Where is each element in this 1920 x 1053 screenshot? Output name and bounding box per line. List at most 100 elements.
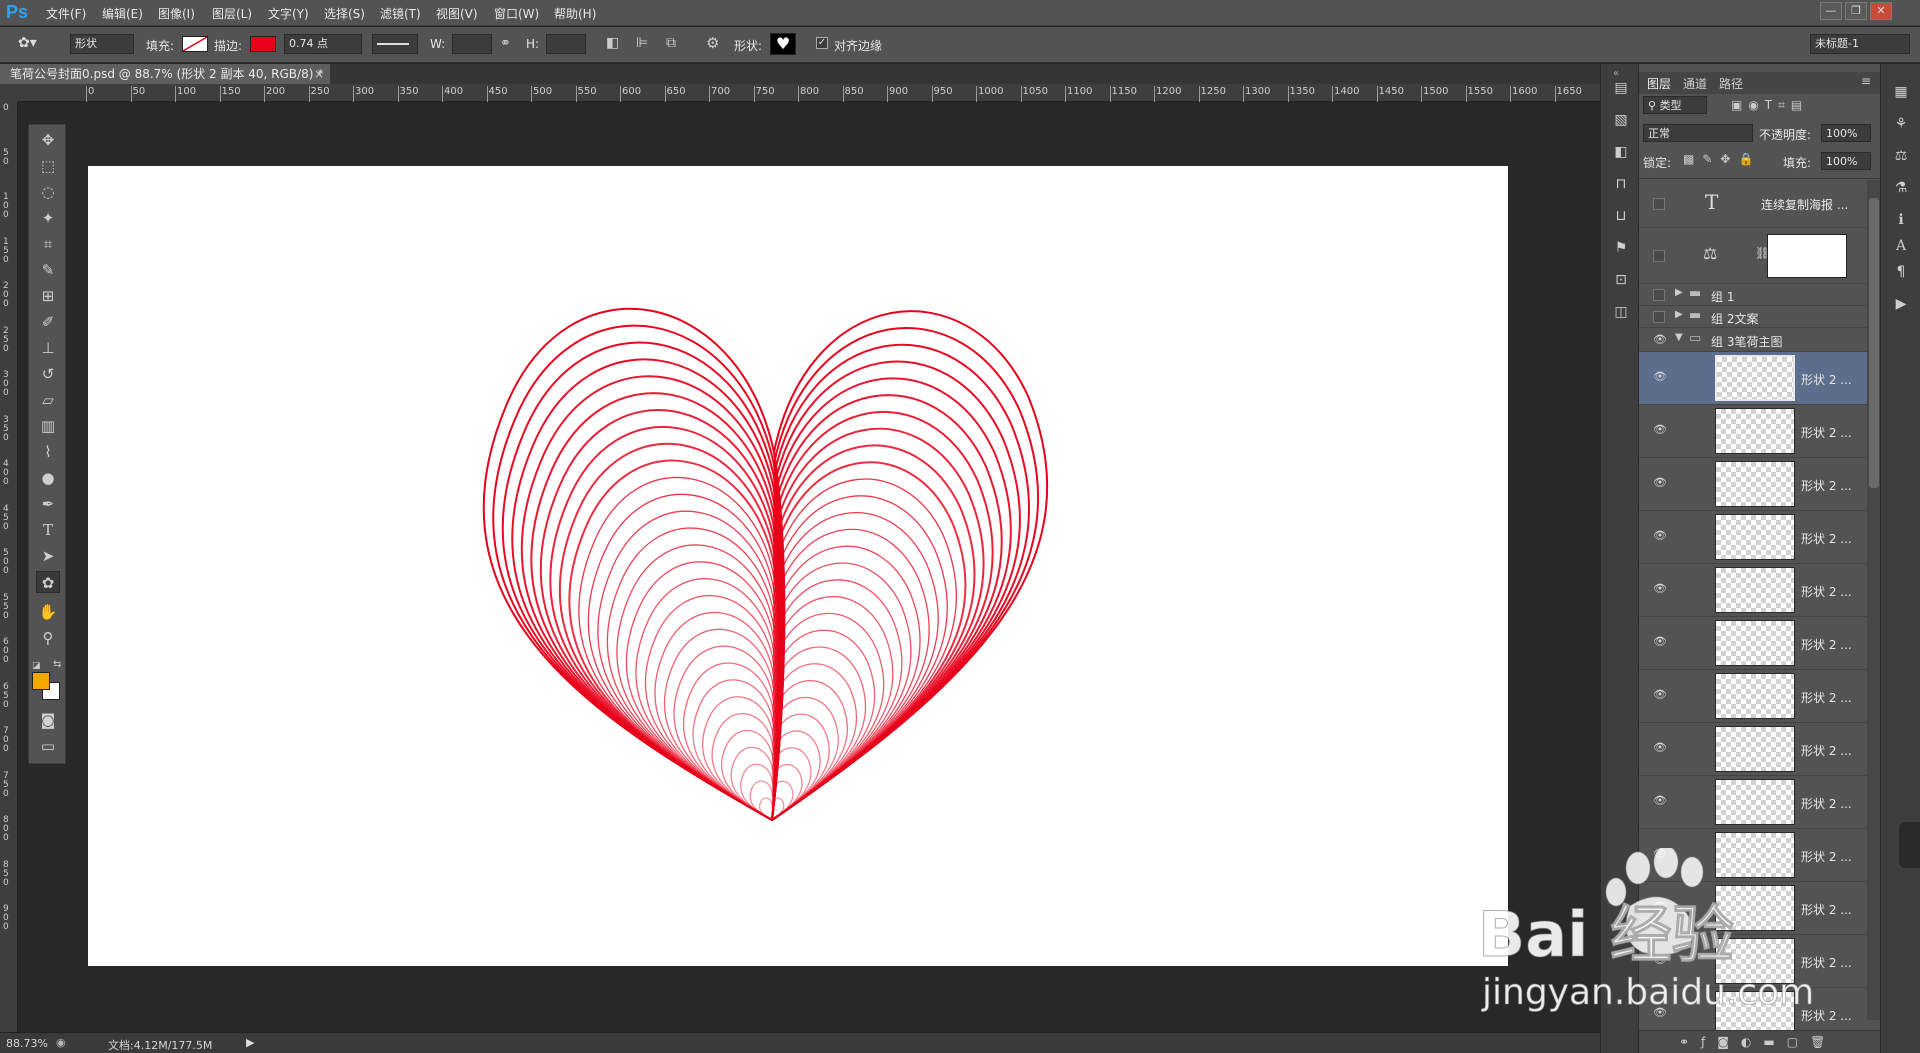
side-handle[interactable]: [1899, 822, 1920, 868]
menu-type[interactable]: 文字(Y): [268, 5, 309, 22]
eye-icon[interactable]: 👁: [1653, 529, 1667, 542]
height-input[interactable]: [546, 34, 586, 54]
eye-icon[interactable]: 👁: [1653, 688, 1667, 701]
paragraph-styles-icon[interactable]: ⊡: [1611, 272, 1631, 288]
tool-mode-select[interactable]: 形状: [70, 34, 134, 54]
layer-thumbnail[interactable]: [1715, 514, 1795, 560]
eraser-tool-icon[interactable]: ▱: [36, 389, 60, 411]
layer-row-shape[interactable]: 👁 形状 2 ...: [1639, 511, 1867, 564]
status-menu-arrow-icon[interactable]: ▶: [246, 1036, 254, 1049]
visibility-toggle[interactable]: [1653, 198, 1665, 210]
align-edges-checkbox[interactable]: ✓: [816, 37, 828, 49]
path-arrangement-icon[interactable]: ⧉: [666, 35, 676, 51]
close-button[interactable]: ✕: [1870, 2, 1892, 20]
clone-source-icon[interactable]: ⊔: [1611, 208, 1631, 224]
layer-filter-icons[interactable]: ▣◉T⌗▤: [1731, 98, 1808, 113]
paragraph-panel-icon[interactable]: ¶: [1891, 264, 1911, 280]
lasso-tool-icon[interactable]: ◌: [36, 181, 60, 203]
close-tab-icon[interactable]: ×: [314, 64, 324, 84]
fill-swatch[interactable]: [182, 36, 208, 52]
group-collapse-arrow-icon[interactable]: ▼: [1675, 332, 1683, 343]
actions-panel-icon[interactable]: ▧: [1611, 112, 1631, 128]
layer-thumbnail[interactable]: [1715, 673, 1795, 719]
layer-row-shape[interactable]: 👁 形状 2 ...: [1639, 564, 1867, 617]
panel-menu-icon[interactable]: ≡: [1861, 74, 1871, 88]
styles-panel-icon[interactable]: ⚗: [1891, 180, 1911, 196]
screen-mode-icon[interactable]: ▭: [36, 735, 60, 757]
ruler-origin[interactable]: [0, 84, 18, 102]
layer-group-3[interactable]: 👁 ▼ ▭ 组 3笔荷主图: [1639, 328, 1867, 352]
pen-tool-icon[interactable]: ✒: [36, 493, 60, 515]
eye-icon[interactable]: 👁: [1653, 635, 1667, 648]
move-tool-icon[interactable]: ✥: [36, 129, 60, 151]
character-panel-icon[interactable]: A: [1891, 238, 1911, 254]
shape-tool-preset-icon[interactable]: ✿▾: [18, 35, 37, 51]
tool-presets-icon[interactable]: ⚑: [1611, 240, 1631, 256]
crop-tool-icon[interactable]: ⌗: [36, 233, 60, 255]
eye-icon[interactable]: 👁: [1653, 333, 1667, 346]
layer-thumbnail[interactable]: [1715, 779, 1795, 825]
layer-row-text[interactable]: T 连续复制海报 ...: [1639, 180, 1867, 228]
workspace-select[interactable]: 未标题-1: [1810, 34, 1910, 54]
path-operations-icon[interactable]: ◧: [606, 35, 619, 51]
group-expand-arrow-icon[interactable]: ▶: [1675, 309, 1683, 320]
layer-thumbnail[interactable]: [1715, 726, 1795, 772]
foreground-color-swatch[interactable]: [32, 672, 50, 690]
gear-icon[interactable]: ⚙: [706, 34, 719, 52]
collapse-arrows-icon[interactable]: «: [1613, 68, 1619, 79]
group-expand-arrow-icon[interactable]: ▶: [1675, 287, 1683, 298]
visibility-toggle[interactable]: [1653, 311, 1665, 323]
type-tool-icon[interactable]: T: [36, 519, 60, 541]
menu-filter[interactable]: 滤镜(T): [380, 5, 421, 22]
zoom-tool-icon[interactable]: ⚲: [36, 627, 60, 649]
gradient-tool-icon[interactable]: ▥: [36, 415, 60, 437]
history-brush-tool-icon[interactable]: ↺: [36, 363, 60, 385]
swatches-panel-icon[interactable]: ⚘: [1891, 116, 1911, 132]
tab-channels[interactable]: 通道: [1683, 75, 1707, 92]
eye-icon[interactable]: 👁: [1653, 794, 1667, 807]
blur-tool-icon[interactable]: ⌇: [36, 441, 60, 463]
layer-group-1[interactable]: ▶ ▬ 组 1: [1639, 284, 1867, 306]
heart-shape-picker-icon[interactable]: ♥: [770, 33, 796, 55]
stroke-color-swatch[interactable]: [250, 36, 276, 52]
hand-tool-icon[interactable]: ✋: [36, 601, 60, 623]
document-tab[interactable]: 笔荷公号封面0.psd @ 88.7% (形状 2 副本 40, RGB/8) …: [0, 64, 330, 84]
path-alignment-icon[interactable]: ⊫: [636, 35, 648, 51]
layer-group-2[interactable]: ▶ ▬ 组 2文案: [1639, 306, 1867, 328]
history-panel-icon[interactable]: ▤: [1611, 80, 1631, 96]
marquee-tool-icon[interactable]: ⬚: [36, 155, 60, 177]
restore-button[interactable]: ❐: [1845, 2, 1867, 20]
layer-row-shape[interactable]: 👁 形状 2 ...: [1639, 458, 1867, 511]
scrollbar-thumb[interactable]: [1869, 198, 1879, 488]
play-panel-icon[interactable]: ▶: [1891, 296, 1911, 312]
healing-tool-icon[interactable]: ⊞: [36, 285, 60, 307]
menu-help[interactable]: 帮助(H): [554, 5, 596, 22]
minimize-button[interactable]: —: [1820, 2, 1842, 20]
layer-actions-icons[interactable]: ⚭ƒ◙◐▬▢🗑: [1679, 1035, 1837, 1049]
stamp-tool-icon[interactable]: ⊥: [36, 337, 60, 359]
visibility-toggle[interactable]: [1653, 289, 1665, 301]
eyedropper-tool-icon[interactable]: ✎: [36, 259, 60, 281]
adjustments-panel-icon[interactable]: ⚖: [1891, 148, 1911, 164]
width-input[interactable]: [452, 34, 492, 54]
eye-icon[interactable]: 👁: [1653, 582, 1667, 595]
tab-layers[interactable]: 图层: [1647, 75, 1671, 92]
info-panel-icon[interactable]: ℹ: [1891, 212, 1911, 228]
brush-tool-icon[interactable]: ✐: [36, 311, 60, 333]
menu-select[interactable]: 选择(S): [324, 5, 365, 22]
layer-row-adjustment[interactable]: ⚖ ⛓: [1639, 228, 1867, 284]
layer-thumbnail[interactable]: [1715, 408, 1795, 454]
document-canvas[interactable]: [88, 166, 1508, 966]
menu-layer[interactable]: 图层(L): [212, 5, 252, 22]
quick-mask-icon[interactable]: ◙: [36, 709, 60, 731]
layer-thumbnail[interactable]: [1715, 355, 1795, 401]
layer-thumbnail[interactable]: [1715, 461, 1795, 507]
color-panel-icon[interactable]: ▦: [1891, 84, 1911, 100]
layer-row-shape[interactable]: 👁 形状 2 ...: [1639, 670, 1867, 723]
path-select-tool-icon[interactable]: ➤: [36, 545, 60, 567]
layer-thumbnail[interactable]: [1715, 620, 1795, 666]
menu-file[interactable]: 文件(F): [46, 5, 86, 22]
layer-mask-thumbnail[interactable]: [1767, 234, 1847, 278]
eye-icon[interactable]: 👁: [1653, 423, 1667, 436]
layer-row-shape[interactable]: 👁 形状 2 ...: [1639, 776, 1867, 829]
